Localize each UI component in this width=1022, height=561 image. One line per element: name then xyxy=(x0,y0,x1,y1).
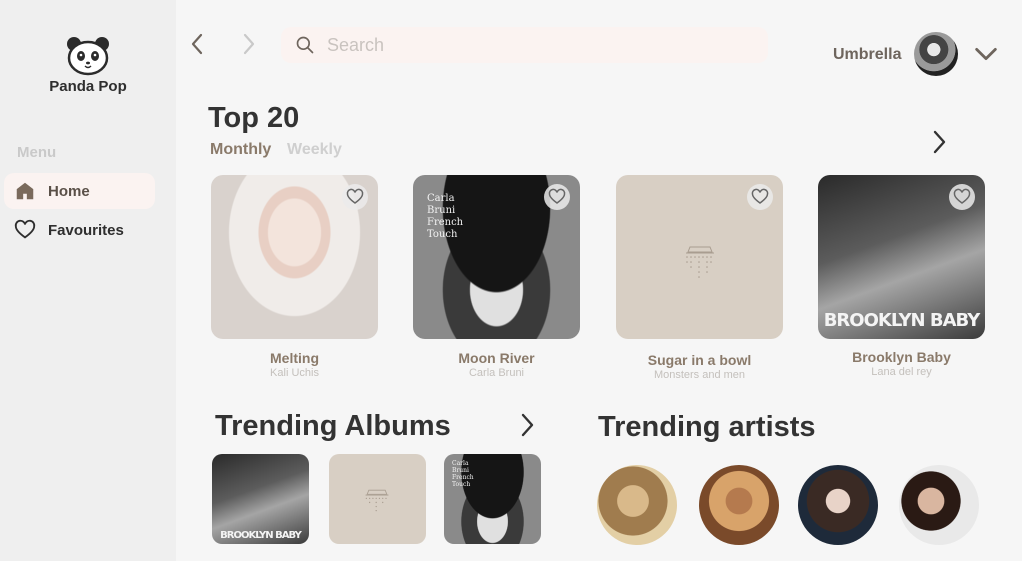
cover-text: Carla Bruni French Touch xyxy=(452,460,474,488)
song-artist[interactable]: Lana del rey xyxy=(818,366,985,378)
back-arrow-icon[interactable] xyxy=(186,32,210,56)
song-artist[interactable]: Monsters and men xyxy=(616,369,783,381)
heart-icon xyxy=(14,219,36,239)
user-name[interactable]: Umbrella xyxy=(833,46,901,64)
album-card[interactable]: Carla Bruni French Touch xyxy=(444,454,541,544)
artist-avatar[interactable] xyxy=(597,465,677,545)
heart-icon xyxy=(346,188,364,204)
album-card[interactable] xyxy=(329,454,426,544)
sidebar-item-label: Favourites xyxy=(48,221,124,239)
album-card[interactable]: BROOKLYN BABY xyxy=(212,454,309,544)
search-bar[interactable] xyxy=(281,27,768,63)
top20-next-arrow-icon[interactable] xyxy=(927,128,951,156)
heart-icon xyxy=(548,188,566,204)
house-stamp-icon xyxy=(365,489,389,512)
section-title-trending-artists: Trending artists xyxy=(598,411,816,443)
song-card[interactable]: Carla Bruni French Touch Moon River Carla B… xyxy=(413,175,580,379)
tab-weekly[interactable]: Weekly xyxy=(287,141,342,159)
logo[interactable]: Panda Pop xyxy=(40,36,136,95)
chevron-down-icon[interactable] xyxy=(972,40,1000,68)
album-cover[interactable] xyxy=(616,175,783,339)
song-title[interactable]: Melting xyxy=(211,350,378,366)
song-title[interactable]: Sugar in a bowl xyxy=(616,352,783,368)
home-icon xyxy=(16,182,34,200)
section-title-top20: Top 20 xyxy=(208,102,300,134)
sidebar: Panda Pop Menu Home Favourites xyxy=(0,0,176,561)
menu-label: Menu xyxy=(17,144,57,161)
forward-arrow-icon[interactable] xyxy=(236,32,260,56)
panda-logo-icon xyxy=(67,37,109,76)
heart-icon xyxy=(953,188,971,204)
cover-text: BROOKLYN BABY xyxy=(220,530,302,541)
tab-monthly[interactable]: Monthly xyxy=(210,141,271,159)
heart-icon xyxy=(751,188,769,204)
sidebar-item-home[interactable]: Home xyxy=(4,173,155,209)
favourite-button[interactable] xyxy=(544,184,570,210)
house-stamp-icon xyxy=(686,246,714,278)
avatar[interactable] xyxy=(914,32,958,76)
artist-avatar[interactable] xyxy=(699,465,779,545)
song-card[interactable]: Melting Kali Uchis xyxy=(211,175,378,379)
song-card[interactable]: Sugar in a bowl Monsters and men xyxy=(616,175,783,381)
search-input[interactable] xyxy=(327,34,747,56)
favourite-button[interactable] xyxy=(342,184,368,210)
sidebar-item-favourites[interactable]: Favourites xyxy=(4,212,155,248)
album-cover[interactable]: Carla Bruni French Touch xyxy=(413,175,580,339)
album-cover[interactable]: BROOKLYN BABY xyxy=(818,175,985,339)
app-name: Panda Pop xyxy=(49,78,127,95)
section-title-trending-albums: Trending Albums xyxy=(215,410,451,442)
song-card[interactable]: BROOKLYN BABY Brooklyn Baby Lana del rey xyxy=(818,175,985,378)
albums-next-arrow-icon[interactable] xyxy=(515,411,539,439)
search-icon xyxy=(296,36,314,54)
song-artist[interactable]: Kali Uchis xyxy=(211,367,378,379)
artist-avatar[interactable] xyxy=(899,465,979,545)
song-title[interactable]: Moon River xyxy=(413,350,580,366)
song-title[interactable]: Brooklyn Baby xyxy=(818,349,985,365)
favourite-button[interactable] xyxy=(747,184,773,210)
artist-avatar[interactable] xyxy=(798,465,878,545)
cover-text: BROOKLYN BABY xyxy=(823,310,981,331)
favourite-button[interactable] xyxy=(949,184,975,210)
album-cover[interactable] xyxy=(211,175,378,339)
cover-text: Carla Bruni French Touch xyxy=(427,193,464,240)
song-artist[interactable]: Carla Bruni xyxy=(413,367,580,379)
sidebar-item-label: Home xyxy=(48,182,90,200)
